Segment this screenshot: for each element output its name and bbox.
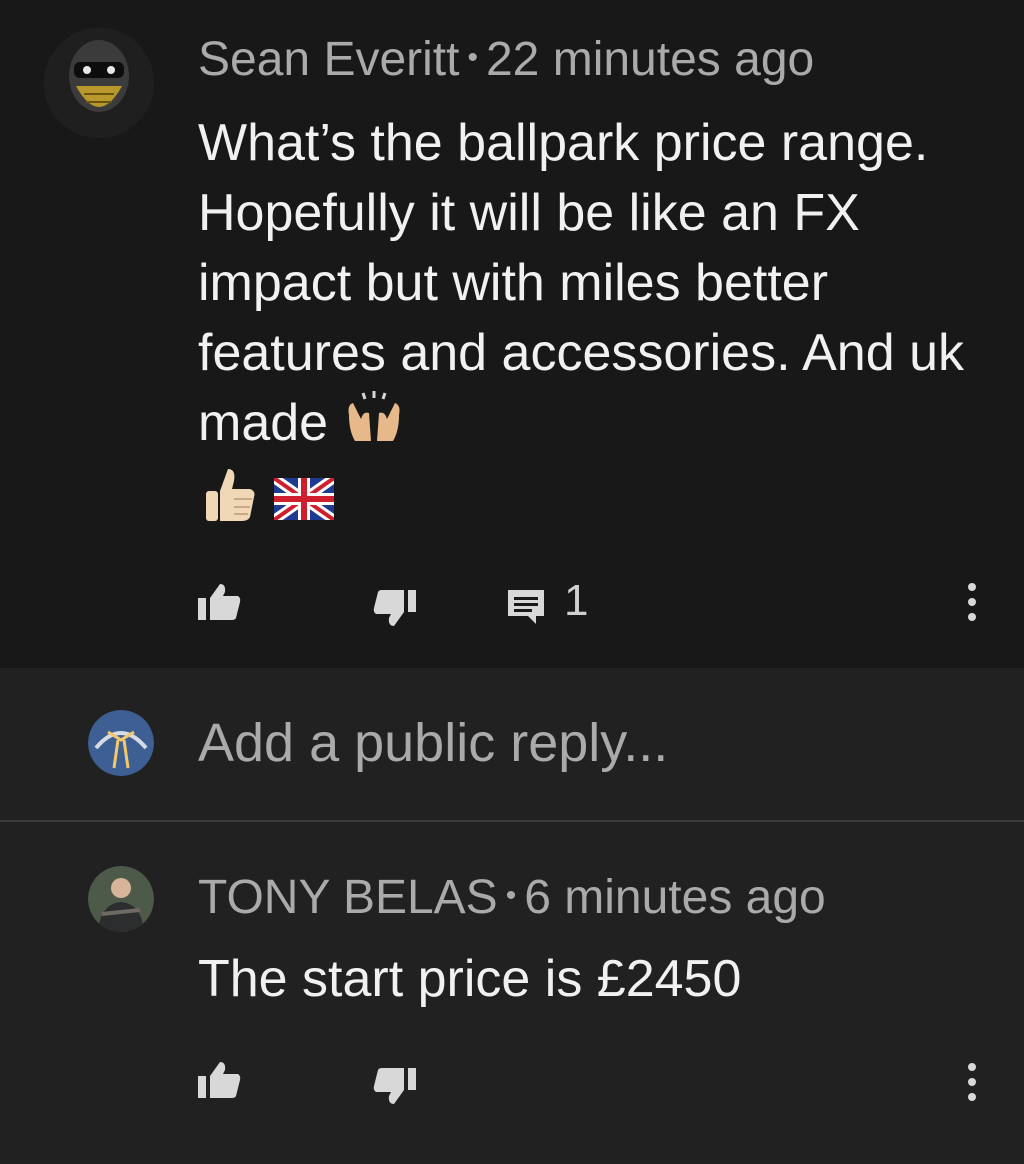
more-vert-icon	[968, 1063, 976, 1101]
thumbs-up-icon	[198, 463, 260, 543]
comment-icon	[508, 590, 544, 624]
raising-hands-icon	[343, 389, 405, 463]
separator-dot: •	[467, 41, 478, 75]
comment-text: What’s the ballpark price range. Hopeful…	[198, 114, 965, 452]
more-options-button[interactable]	[964, 1062, 980, 1107]
comment-author-line: Sean Everitt • 22 minutes ago	[198, 32, 814, 87]
comment-text: The start price is £2450	[198, 950, 742, 1008]
avatar[interactable]	[88, 866, 154, 932]
more-options-button[interactable]	[964, 582, 980, 627]
separator-dot: •	[505, 879, 517, 913]
avatar[interactable]	[44, 28, 154, 138]
person-photo-avatar-icon	[88, 866, 154, 932]
reply-input[interactable]: Add a public reply...	[198, 712, 668, 774]
uk-flag-icon	[271, 468, 338, 538]
comment-body: The start price is £2450	[198, 944, 998, 1014]
thumbs-down-icon	[373, 1068, 416, 1104]
reply-button[interactable]	[506, 588, 546, 631]
dislike-button[interactable]	[372, 588, 418, 633]
avatar	[88, 710, 154, 776]
comment-author-line: TONY BELAS • 6 minutes ago	[198, 870, 826, 925]
author-name[interactable]: TONY BELAS	[198, 871, 498, 924]
user-avatar-icon	[88, 710, 154, 776]
thumbs-up-icon	[198, 1062, 241, 1098]
more-vert-icon	[968, 583, 976, 621]
thumbs-down-icon	[373, 590, 416, 626]
thumbs-up-icon	[198, 584, 241, 620]
comment-body: What’s the ballpark price range. Hopeful…	[198, 108, 998, 543]
dislike-button[interactable]	[372, 1066, 418, 1111]
like-button[interactable]	[196, 582, 242, 627]
masked-skull-avatar-icon	[44, 28, 154, 138]
reply-count: 1	[564, 576, 589, 625]
like-button[interactable]	[196, 1060, 242, 1105]
comment-timestamp: 22 minutes ago	[485, 33, 815, 86]
author-name[interactable]: Sean Everitt	[198, 33, 459, 86]
comment-timestamp: 6 minutes ago	[524, 871, 826, 924]
